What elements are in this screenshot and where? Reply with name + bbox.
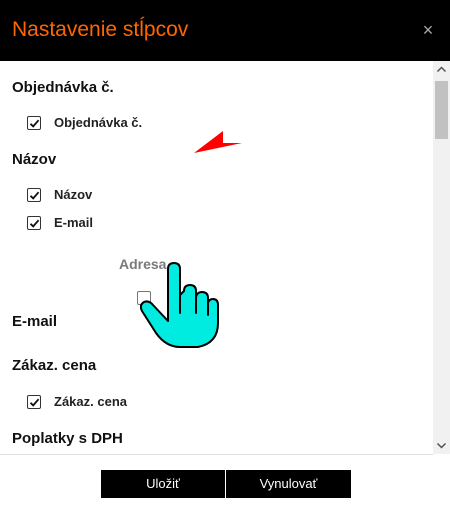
checkmark-icon [29,398,40,407]
group-heading: Názov [12,151,57,168]
group-heading: Poplatky s DPH [12,430,123,447]
column-option-label: Názov [54,187,93,202]
checkbox-checked[interactable] [27,188,41,202]
group-heading: Objednávka č. [12,79,114,96]
column-option-label: Zákaz. cena [54,394,127,409]
save-button[interactable]: Uložiť [101,470,225,498]
close-button[interactable]: × [416,18,440,42]
checkbox-checked[interactable] [27,116,41,130]
checkbox-checked[interactable] [27,216,41,230]
undo-arrow-icon [194,131,242,153]
column-option-label: Objednávka č. [54,115,143,130]
hand-cursor-icon [140,262,219,348]
column-option-label: E-mail [54,215,94,230]
checkmark-icon [29,219,40,228]
chevron-up-icon[interactable] [433,61,450,78]
group-heading: Zákaz. cena [12,357,97,374]
dialog-title: Nastavenie stĺpcov [12,18,189,41]
column-list: Objednávka č. Objednávka č. Názov Názov … [0,61,433,455]
checkmark-icon [29,119,40,128]
scrollbar-thumb[interactable] [435,81,448,139]
checkmark-icon [29,191,40,200]
dialog-titlebar: Nastavenie stĺpcov × [0,0,450,61]
column-settings-dialog: Nastavenie stĺpcov × Objednávka č. Objed… [0,0,450,509]
chevron-down-icon[interactable] [433,437,450,454]
reset-button[interactable]: Vynulovať [226,470,351,498]
checkbox-checked[interactable] [27,395,41,409]
group-heading: E-mail [12,313,58,330]
vertical-scrollbar[interactable] [433,61,450,454]
